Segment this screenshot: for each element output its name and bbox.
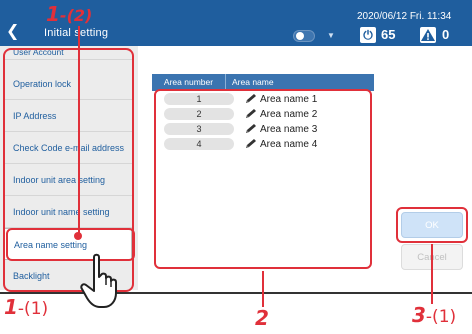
annotation-leader-3 (431, 244, 433, 304)
annotation-step-3-1: 3-(1) (412, 303, 457, 327)
datetime-display: 2020/06/12 Fri. 11:34 (357, 11, 452, 22)
hand-pointer-icon (80, 253, 117, 308)
ok-button-highlight (396, 207, 468, 243)
dropdown-arrow-icon[interactable]: ▼ (327, 31, 335, 40)
toggle-knob (296, 32, 304, 40)
warning-icon (420, 27, 436, 43)
annotation-step-1-1: 1-(1) (4, 295, 49, 319)
table-highlight (154, 89, 372, 269)
annotation-dot-1-2 (74, 232, 82, 240)
power-icon: ⏻ (360, 27, 376, 43)
annotation-step-1-2: 1-(2) (46, 2, 93, 26)
power-count: 65 (381, 27, 396, 42)
annotation-step-2: 2 (255, 306, 269, 330)
annotation-leader-2 (262, 271, 264, 307)
back-arrow-icon[interactable]: ❮ (6, 24, 20, 40)
screen-bottom-edge (0, 292, 472, 294)
display-toggle[interactable] (293, 30, 315, 42)
warning-count: 0 (442, 27, 450, 42)
page-title: Initial setting (44, 27, 109, 39)
annotation-leader-1-2 (78, 26, 80, 235)
